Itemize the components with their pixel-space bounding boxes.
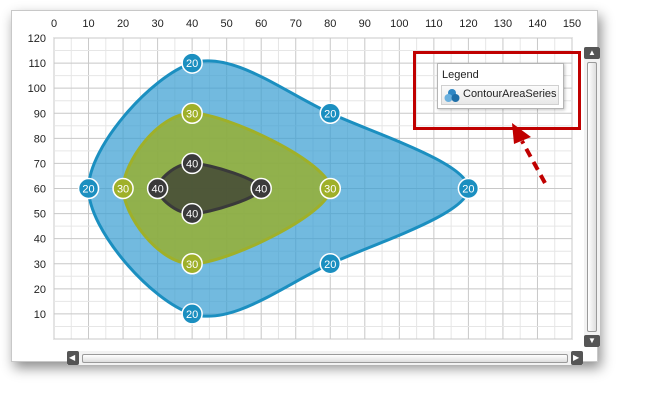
x-tick-label: 140 bbox=[528, 18, 546, 30]
contour-marker: 40 bbox=[181, 202, 203, 225]
contour-marker: 40 bbox=[181, 152, 203, 175]
chevron-up-icon: ▲ bbox=[588, 48, 596, 57]
chart-frame: 20 20 20 20 20 20 30 30 30 30 40 40 40 40 0 10 20 30 40 50… bbox=[11, 10, 600, 365]
contour-marker: 30 bbox=[112, 177, 134, 200]
horizontal-scroll-thumb[interactable] bbox=[82, 354, 568, 363]
x-tick-label: 100 bbox=[390, 18, 408, 30]
x-tick-label: 60 bbox=[255, 18, 267, 30]
x-tick-label: 90 bbox=[359, 18, 371, 30]
contour-marker: 20 bbox=[77, 177, 100, 200]
vertical-scrollbar[interactable]: ▲ ▼ bbox=[584, 47, 600, 347]
x-tick-label: 40 bbox=[186, 18, 198, 30]
scroll-right-button[interactable]: ▶ bbox=[571, 351, 583, 365]
horizontal-scrollbar[interactable]: ◀ ▶ bbox=[67, 351, 583, 365]
contour-marker-label: 30 bbox=[186, 259, 198, 271]
y-tick-label: 10 bbox=[34, 309, 46, 321]
contour-marker: 30 bbox=[319, 177, 342, 200]
scroll-down-button[interactable]: ▼ bbox=[584, 335, 600, 347]
y-tick-label: 20 bbox=[34, 284, 46, 296]
x-axis-ticks: 0 10 20 30 40 50 60 70 80 90 100 110 120 130 140 150 bbox=[51, 18, 581, 30]
x-tick-label: 130 bbox=[494, 18, 512, 30]
x-tick-label: 110 bbox=[425, 18, 443, 30]
legend-item-contour-area-series[interactable]: ContourAreaSeries bbox=[441, 85, 559, 105]
y-tick-label: 90 bbox=[34, 108, 46, 120]
x-tick-label: 20 bbox=[117, 18, 129, 30]
x-tick-label: 120 bbox=[459, 18, 477, 30]
scroll-up-button[interactable]: ▲ bbox=[584, 47, 600, 59]
contour-marker: 40 bbox=[146, 177, 169, 200]
contour-marker-label: 40 bbox=[186, 158, 198, 170]
x-tick-label: 0 bbox=[51, 18, 57, 30]
contour-marker: 20 bbox=[181, 52, 203, 74]
y-tick-label: 40 bbox=[34, 234, 46, 246]
contour-marker-label: 30 bbox=[117, 184, 129, 196]
chevron-right-icon: ▶ bbox=[573, 353, 580, 362]
y-tick-label: 70 bbox=[34, 158, 46, 170]
x-tick-label: 80 bbox=[324, 18, 336, 30]
contour-marker-label: 20 bbox=[462, 184, 474, 196]
x-tick-label: 50 bbox=[221, 18, 233, 30]
contour-marker-label: 30 bbox=[324, 184, 336, 196]
y-tick-label: 80 bbox=[34, 133, 46, 145]
contour-marker-label: 40 bbox=[151, 184, 163, 196]
y-tick-label: 120 bbox=[28, 33, 46, 45]
contour-marker-label: 20 bbox=[186, 58, 198, 70]
contour-marker-label: 30 bbox=[186, 108, 198, 120]
chevron-down-icon: ▼ bbox=[588, 336, 596, 345]
legend: Legend ContourAreaSeries bbox=[437, 63, 564, 109]
contour-series-icon bbox=[444, 89, 460, 102]
vertical-scroll-thumb[interactable] bbox=[587, 62, 597, 332]
contour-marker-label: 20 bbox=[82, 184, 94, 196]
y-tick-label: 60 bbox=[34, 184, 46, 196]
contour-marker: 40 bbox=[250, 177, 272, 200]
x-tick-label: 70 bbox=[290, 18, 302, 30]
legend-title: Legend bbox=[442, 69, 479, 81]
contour-marker-label: 20 bbox=[324, 259, 336, 271]
contour-marker: 20 bbox=[319, 253, 342, 275]
chevron-left-icon: ◀ bbox=[69, 353, 76, 362]
contour-marker: 20 bbox=[319, 102, 342, 124]
x-tick-label: 30 bbox=[151, 18, 163, 30]
legend-label: ContourAreaSeries bbox=[463, 88, 557, 100]
contour-marker-label: 40 bbox=[186, 209, 198, 221]
contour-marker-label: 20 bbox=[324, 108, 336, 120]
contour-marker: 20 bbox=[457, 177, 480, 200]
contour-marker: 30 bbox=[181, 102, 203, 124]
x-tick-label: 10 bbox=[82, 18, 94, 30]
contour-marker-label: 40 bbox=[255, 184, 267, 196]
contour-marker: 30 bbox=[181, 253, 203, 275]
scroll-left-button[interactable]: ◀ bbox=[67, 351, 79, 365]
contour-marker-label: 20 bbox=[186, 309, 198, 321]
y-axis-ticks: 120 110 100 90 80 70 60 50 40 30 20 10 bbox=[28, 33, 46, 321]
y-tick-label: 100 bbox=[28, 83, 46, 95]
y-tick-label: 30 bbox=[34, 259, 46, 271]
y-tick-label: 50 bbox=[34, 209, 46, 221]
y-tick-label: 110 bbox=[28, 58, 46, 70]
x-tick-label: 150 bbox=[563, 18, 581, 30]
contour-marker: 20 bbox=[181, 303, 203, 325]
